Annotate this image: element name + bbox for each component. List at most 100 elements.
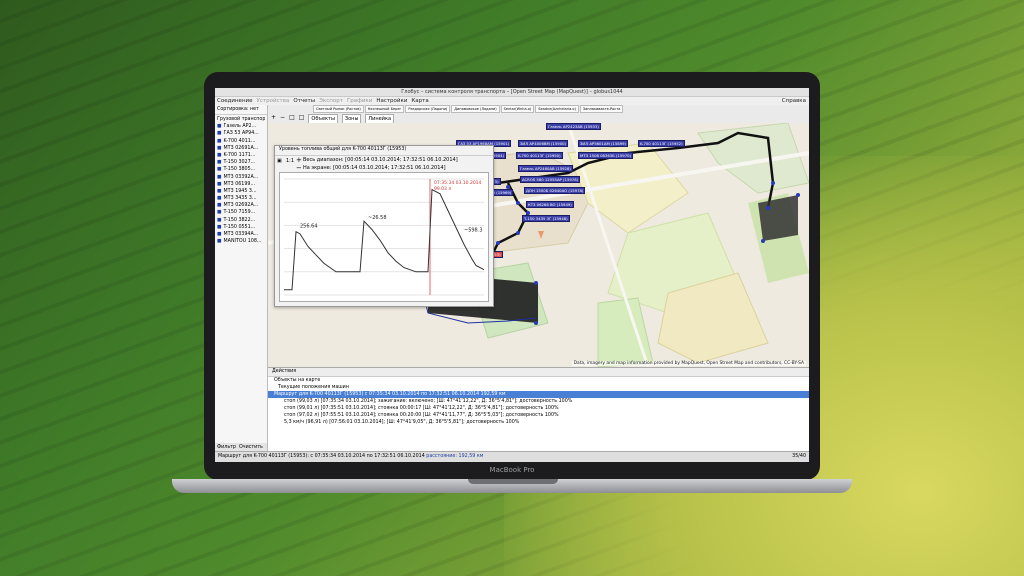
vehicle-status-icon: ■	[217, 232, 222, 237]
sidebar-vehicle-item[interactable]: ■ MANITOU 108...	[217, 238, 265, 245]
route-point-row[interactable]: 5,3 км/ч (96,91 л) [07:56:01 03.10.2014]…	[268, 419, 809, 426]
map-copyright: Data, imagery and map information provid…	[571, 361, 806, 366]
vehicle-map-label[interactable]: МТЗ 1508 08363Б (15970)	[578, 152, 634, 159]
sidebar-vehicle-item[interactable]: ■ K-700 4011...	[217, 138, 265, 145]
sidebar-vehicle-item[interactable]: ■ MT3 3435 3...	[217, 195, 265, 202]
fuel-chart-svg: 256.64 ~26.58 ~598.3 07:35:34 03.10.201499.…	[284, 178, 485, 296]
sidebar-vehicle-item[interactable]: ■ T-150 3027...	[217, 159, 265, 166]
vehicle-tree: Грузовой транспорт ■ Газель AP2... ■ ГАЗ 53…	[215, 115, 267, 246]
map-tab[interactable]: Заплакивакте-Роста	[579, 105, 624, 113]
app-body: Сортировка: нет Грузовой транспорт ■ Газе…	[215, 105, 809, 462]
sidebar-vehicle-item[interactable]: ■ T-150 3822...	[217, 217, 265, 224]
vehicle-status-icon: ■	[217, 210, 222, 216]
chart-on-screen: На экране: [00:05:14 03.10.2014; 17:32:5…	[303, 165, 446, 171]
sidebar-vehicle-item[interactable]: ■ T-150 3805...	[217, 166, 265, 173]
sidebar-vehicle-label: MT3 03392A...	[223, 174, 259, 180]
vehicle-status-icon: ■	[217, 217, 222, 223]
sidebar-vehicle-item[interactable]: ■ MT3 02692A...	[217, 202, 265, 209]
sidebar-vehicle-label: T-150 7159...	[223, 210, 256, 216]
vehicle-map-label[interactable]: КТЗ 06268 ВО (15949)	[526, 201, 574, 208]
zoom-out-icon[interactable]: −	[296, 164, 302, 172]
sidebar-vehicle-label: MT3 1945 3...	[223, 188, 257, 194]
sidebar-vehicle-item[interactable]: ■ T-150 7159...	[217, 209, 265, 216]
vehicle-map-label[interactable]: T-150 3435 3Г (15948)	[522, 215, 570, 222]
sidebar-vehicle-label: MT3 02691A...	[223, 145, 259, 151]
route-point-row[interactable]: стоп (99,01 л) [07:35:51 03.10.2014]; ст…	[268, 405, 809, 412]
vehicle-status-icon: ■	[217, 138, 222, 144]
map-tabs: Светлый Рынок (Ростов) Неспешный Берег Раз…	[268, 105, 624, 113]
vehicle-map-label[interactable]: ДОН 1500Б 02640АО (15978)	[524, 187, 586, 194]
vehicle-map-label[interactable]: K-700 40113Г (15952)	[638, 140, 685, 147]
chart-cursor-time: 07:35:34 03.10.2014	[434, 180, 482, 186]
chart-title: Уровень топлива общий для K-700 40113Г (…	[275, 146, 493, 156]
status-route: Маршрут для K-700 40113Г (15953): с 07:3…	[218, 454, 425, 459]
sidebar-vehicle-label: MT3 02692A...	[223, 203, 259, 209]
map-tab[interactable]: Раздорская (Ладони)	[405, 105, 451, 113]
vehicle-status-icon: ■	[217, 152, 222, 158]
fuel-chart-plot[interactable]: 256.64 ~26.58 ~598.3 07:35:34 03.10.2014 99.…	[279, 172, 489, 302]
sidebar-vehicle-item[interactable]: ■ MT3 06199...	[217, 181, 265, 188]
vehicle-status-icon: ■	[217, 224, 222, 230]
current-positions-item[interactable]: Текущие положения машин	[268, 384, 809, 391]
chart-menu-icon[interactable]: ▣	[277, 158, 282, 164]
route-item[interactable]: Маршрут для K-700 40113Г (15953) с 07:35…	[268, 391, 809, 398]
fuel-chart-window: Уровень топлива общий для K-700 40113Г (…	[274, 145, 494, 307]
vehicle-status-icon: ■	[217, 145, 222, 151]
chart-data-label: ~598.3	[464, 228, 483, 234]
vehicle-map-label[interactable]: ACROS 580 12555АР (15978)	[520, 176, 581, 183]
vehicle-status-icon: ■	[217, 181, 222, 187]
laptop-brand: MacBook Pro	[489, 466, 535, 474]
map-tab[interactable]: Sentar(Wnha.o)	[500, 105, 535, 113]
sidebar-vehicle-item[interactable]: ■ MT3 02691A...	[217, 145, 265, 152]
chart-data-label: 256.64	[300, 224, 318, 230]
route-point-row[interactable]: стоп (99,03 л) [07:35:34 03.10.2014]; за…	[268, 398, 809, 405]
vehicle-map-label[interactable]: Газель AP2423АВ (15933)	[546, 123, 601, 130]
sidebar-vehicle-item[interactable]: ■ ГАЗ 53 AP94...	[217, 130, 265, 137]
sort-selector[interactable]: Сортировка: нет	[215, 105, 267, 115]
sidebar-vehicle-item[interactable]: ■ MT3 03392A...	[217, 174, 265, 181]
chart-controls: ▣ 1:1 + − Весь диапазон: [00:05:14 03.10…	[275, 156, 493, 172]
laptop-notch	[468, 479, 558, 484]
sidebar-vehicle-item[interactable]: ■ T-150 0551...	[217, 224, 265, 231]
sidebar-vehicle-item[interactable]: ■ MT3 03394A...	[217, 231, 265, 238]
vehicle-status-icon: ■	[217, 174, 222, 180]
zoom-in-icon[interactable]: +	[296, 156, 302, 164]
sidebar-vehicle-label: ГАЗ 53 AP94...	[223, 131, 259, 137]
vehicle-map-label[interactable]: Газель AP2460АВ (15928)	[518, 165, 573, 172]
sidebar: Сортировка: нет Грузовой транспорт ■ Газе…	[215, 105, 268, 452]
sidebar-vehicle-item[interactable]: ■ K-700 1171...	[217, 152, 265, 159]
vehicle-status-icon: ■	[217, 203, 222, 209]
vehicle-map-label[interactable]: ЗИЛ AP5601АМ (15899)	[578, 140, 629, 147]
map-tab[interactable]: Seadne(Aznhelaria.o)	[535, 105, 579, 113]
map-view[interactable]: Газель AP2423АВ (15933) ГАЗ 53 AP1968АМ (…	[268, 123, 809, 367]
sidebar-vehicle-label: T-150 0551...	[223, 224, 256, 230]
window-title: Глобус – система контроля транспорта – […	[215, 88, 809, 97]
route-point-row[interactable]: стоп (97,02 л) [07:55:51 03.10.2014]; ст…	[268, 412, 809, 419]
vehicle-status-icon: ■	[217, 196, 222, 202]
tree-group[interactable]: Грузовой транспорт	[217, 116, 265, 123]
sidebar-vehicle-label: MT3 06199...	[223, 181, 256, 187]
vehicle-status-icon: ■	[217, 131, 222, 137]
sidebar-vehicle-label: MT3 3435 3...	[223, 196, 257, 202]
map-tab[interactable]: Светлый Рынок (Ростов)	[313, 105, 364, 113]
vehicle-status-icon: ■	[217, 239, 222, 245]
sidebar-vehicle-item[interactable]: ■ Газель AP2...	[217, 123, 265, 130]
vehicle-map-label[interactable]: ЗИЛ AP4006ВМ (15900)	[518, 140, 569, 147]
fuel-series-line	[284, 188, 485, 291]
chart-cursor-value: 99.03 л	[434, 186, 451, 192]
chart-full-range: Весь диапазон: [00:05:14 03.10.2014; 17:…	[303, 157, 458, 163]
sidebar-vehicle-label: MANITOU 108...	[223, 239, 262, 245]
map-tab[interactable]: Динамовское (Ладани)	[451, 105, 500, 113]
vehicle-status-icon: ■	[217, 160, 222, 166]
sidebar-vehicle-label: MT3 03394A...	[223, 232, 259, 237]
sidebar-vehicle-label: T-150 3822...	[223, 217, 256, 223]
chart-scale[interactable]: 1:1	[286, 158, 294, 164]
sidebar-vehicle-label: T-150 3027...	[223, 160, 256, 166]
vehicle-map-label[interactable]: K-700 40113Г (15950)	[516, 152, 563, 159]
status-page: 35/40	[792, 454, 806, 459]
map-tab[interactable]: Неспешный Берег	[364, 105, 405, 113]
actions-header[interactable]: Действия	[268, 368, 809, 377]
sidebar-vehicle-item[interactable]: ■ MT3 1945 3...	[217, 188, 265, 195]
status-distance: расстояние: 192,59 км	[426, 454, 484, 459]
sidebar-vehicle-label: T-150 3805...	[223, 167, 256, 173]
